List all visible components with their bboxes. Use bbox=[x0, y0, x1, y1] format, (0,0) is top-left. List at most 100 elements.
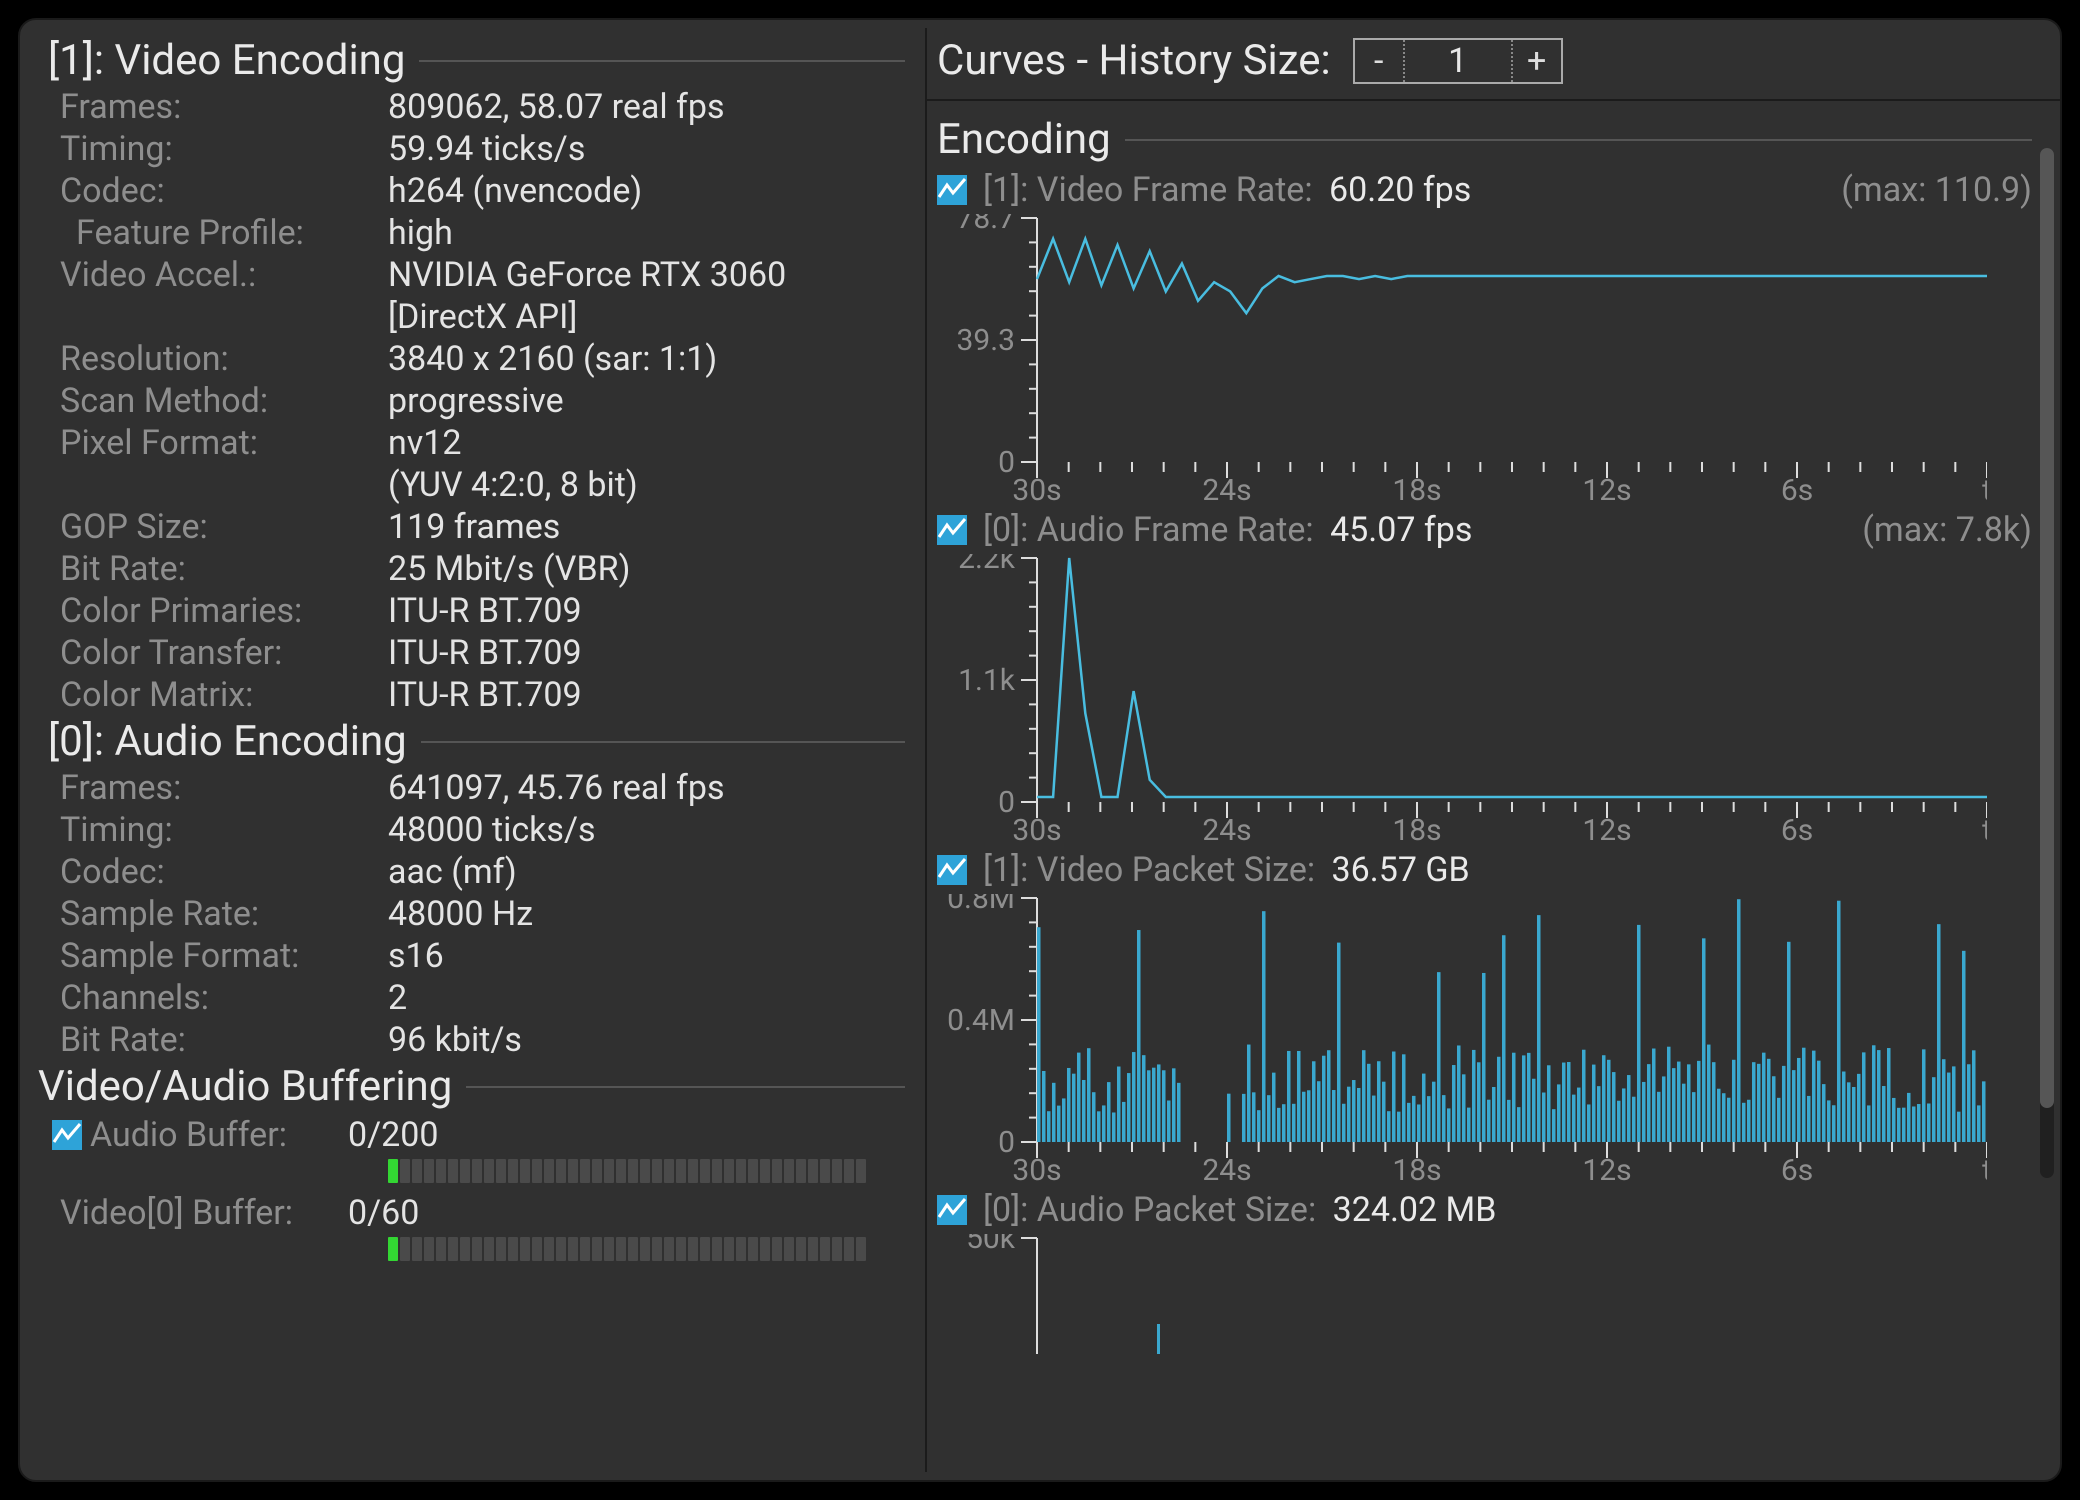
kv-row: Channels:2 bbox=[48, 978, 905, 1018]
kv-value: progressive bbox=[388, 381, 905, 421]
kv-row: Sample Format:s16 bbox=[48, 936, 905, 976]
chart-icon[interactable] bbox=[937, 855, 967, 885]
kv-key: Scan Method: bbox=[48, 381, 388, 421]
kv-value: aac (mf) bbox=[388, 852, 905, 892]
svg-text:18s: 18s bbox=[1392, 1153, 1441, 1184]
kv-row: Color Matrix:ITU-R BT.709 bbox=[48, 675, 905, 715]
kv-key: Codec: bbox=[48, 852, 388, 892]
chart-value: 60.20 fps bbox=[1321, 170, 1472, 210]
chart-plot: 50k bbox=[937, 1234, 1987, 1354]
video-encoding-title: [1]: Video Encoding bbox=[48, 36, 405, 85]
kv-value: 119 frames bbox=[388, 507, 905, 547]
kv-value: high bbox=[388, 213, 905, 253]
svg-text:6s: 6s bbox=[1781, 813, 1813, 844]
buffering-title: Video/Audio Buffering bbox=[38, 1062, 452, 1111]
svg-text:30s: 30s bbox=[1012, 813, 1061, 844]
kv-row: Frames:641097, 45.76 real fps bbox=[48, 768, 905, 808]
svg-text:30s: 30s bbox=[1012, 1153, 1061, 1184]
svg-text:78.7: 78.7 bbox=[957, 214, 1016, 236]
chart-label: [0]: Audio Frame Rate: bbox=[983, 510, 1314, 550]
chart-title-row: [1]: Video Frame Rate: 60.20 fps(max: 11… bbox=[937, 170, 2032, 210]
audio-buffer-value: 0/200 bbox=[348, 1115, 438, 1155]
scroll-thumb[interactable] bbox=[2040, 148, 2054, 1108]
kv-row: Frames:809062, 58.07 real fps bbox=[48, 87, 905, 127]
kv-value: [DirectX API] bbox=[388, 297, 905, 337]
encoding-section-header: Encoding bbox=[937, 115, 2032, 164]
chart-block: [1]: Video Frame Rate: 60.20 fps(max: 11… bbox=[937, 170, 2032, 504]
kv-key: Feature Profile: bbox=[48, 213, 388, 253]
kv-row: [DirectX API] bbox=[48, 297, 905, 337]
history-decrease-button[interactable]: - bbox=[1355, 40, 1403, 82]
kv-row: Codec:h264 (nvencode) bbox=[48, 171, 905, 211]
kv-value: NVIDIA GeForce RTX 3060 bbox=[388, 255, 905, 295]
kv-value: 641097, 45.76 real fps bbox=[388, 768, 905, 808]
audio-encoding-title: [0]: Audio Encoding bbox=[48, 717, 407, 766]
right-pane: Curves - History Size: - 1 + Encoding [1… bbox=[927, 28, 2060, 1472]
svg-text:18s: 18s bbox=[1392, 813, 1441, 844]
video-encoding-header: [1]: Video Encoding bbox=[48, 36, 905, 85]
kv-row: Codec:aac (mf) bbox=[48, 852, 905, 892]
divider-line bbox=[419, 60, 905, 62]
kv-key: Frames: bbox=[48, 768, 388, 808]
kv-key: Color Transfer: bbox=[48, 633, 388, 673]
kv-key: Video Accel.: bbox=[48, 255, 388, 295]
audio-buffer-label: Audio Buffer: bbox=[90, 1115, 287, 1155]
kv-key: Pixel Format: bbox=[48, 423, 388, 463]
curves-header: Curves - History Size: - 1 + bbox=[937, 36, 2032, 85]
chart-icon[interactable] bbox=[937, 1195, 967, 1225]
chart-label: [0]: Audio Packet Size: bbox=[983, 1190, 1316, 1230]
chart-title-row: [0]: Audio Packet Size: 324.02 MB bbox=[937, 1190, 2032, 1230]
svg-text:18s: 18s bbox=[1392, 473, 1441, 504]
kv-key: Resolution: bbox=[48, 339, 388, 379]
encoding-title: Encoding bbox=[937, 115, 1111, 164]
video-buffer-value: 0/60 bbox=[348, 1193, 419, 1233]
divider-line bbox=[466, 1086, 905, 1088]
chart-title-row: [0]: Audio Frame Rate: 45.07 fps(max: 7.… bbox=[937, 510, 2032, 550]
divider-line bbox=[1125, 139, 2032, 141]
kv-value: 48000 ticks/s bbox=[388, 810, 905, 850]
kv-row: Bit Rate:25 Mbit/s (VBR) bbox=[48, 549, 905, 589]
svg-text:0.4M: 0.4M bbox=[947, 1003, 1015, 1038]
svg-text:50k: 50k bbox=[966, 1234, 1016, 1256]
kv-value: h264 (nvencode) bbox=[388, 171, 905, 211]
chart-block: [1]: Video Packet Size: 36.57 GB0.8M0.4M… bbox=[937, 850, 2032, 1184]
chart-block: [0]: Audio Packet Size: 324.02 MB 50k bbox=[937, 1190, 2032, 1354]
chart-icon[interactable] bbox=[937, 515, 967, 545]
kv-key: Color Matrix: bbox=[48, 675, 388, 715]
kv-key: Timing: bbox=[48, 129, 388, 169]
chart-title-row: [1]: Video Packet Size: 36.57 GB bbox=[937, 850, 2032, 890]
kv-key: Color Primaries: bbox=[48, 591, 388, 631]
kv-row: Color Transfer:ITU-R BT.709 bbox=[48, 633, 905, 673]
audio-encoding-header: [0]: Audio Encoding bbox=[48, 717, 905, 766]
kv-key: Sample Format: bbox=[48, 936, 388, 976]
kv-value: ITU-R BT.709 bbox=[388, 633, 905, 673]
svg-text:12s: 12s bbox=[1582, 813, 1631, 844]
left-pane: [1]: Video Encoding Frames:809062, 58.07… bbox=[20, 28, 925, 1472]
scrollbar[interactable] bbox=[2040, 148, 2054, 1178]
svg-text:t: t bbox=[1982, 1153, 1987, 1184]
kv-key bbox=[48, 465, 388, 505]
kv-row: Scan Method:progressive bbox=[48, 381, 905, 421]
svg-text:30s: 30s bbox=[1012, 473, 1061, 504]
svg-text:12s: 12s bbox=[1582, 1153, 1631, 1184]
kv-row: Feature Profile:high bbox=[48, 213, 905, 253]
kv-value: (YUV 4:2:0, 8 bit) bbox=[388, 465, 905, 505]
chart-icon[interactable] bbox=[52, 1120, 82, 1150]
divider-line bbox=[421, 741, 905, 743]
kv-row: Video Accel.:NVIDIA GeForce RTX 3060 bbox=[48, 255, 905, 295]
chart-value: 45.07 fps bbox=[1322, 510, 1473, 550]
kv-value: ITU-R BT.709 bbox=[388, 591, 905, 631]
video-buffer-label: Video[0] Buffer: bbox=[60, 1193, 293, 1233]
chart-plot: 0.8M0.4M030s24s18s12s6st bbox=[937, 894, 1987, 1184]
chart-plot: 2.2k1.1k030s24s18s12s6st bbox=[937, 554, 1987, 844]
history-increase-button[interactable]: + bbox=[1513, 40, 1561, 82]
audio-buffer-row: Audio Buffer: 0/200 bbox=[48, 1115, 905, 1155]
svg-text:24s: 24s bbox=[1202, 813, 1251, 844]
svg-text:t: t bbox=[1982, 473, 1987, 504]
chart-block: [0]: Audio Frame Rate: 45.07 fps(max: 7.… bbox=[937, 510, 2032, 844]
chart-label: [1]: Video Frame Rate: bbox=[983, 170, 1313, 210]
kv-value: ITU-R BT.709 bbox=[388, 675, 905, 715]
chart-icon[interactable] bbox=[937, 175, 967, 205]
kv-value: 96 kbit/s bbox=[388, 1020, 905, 1060]
kv-row: (YUV 4:2:0, 8 bit) bbox=[48, 465, 905, 505]
